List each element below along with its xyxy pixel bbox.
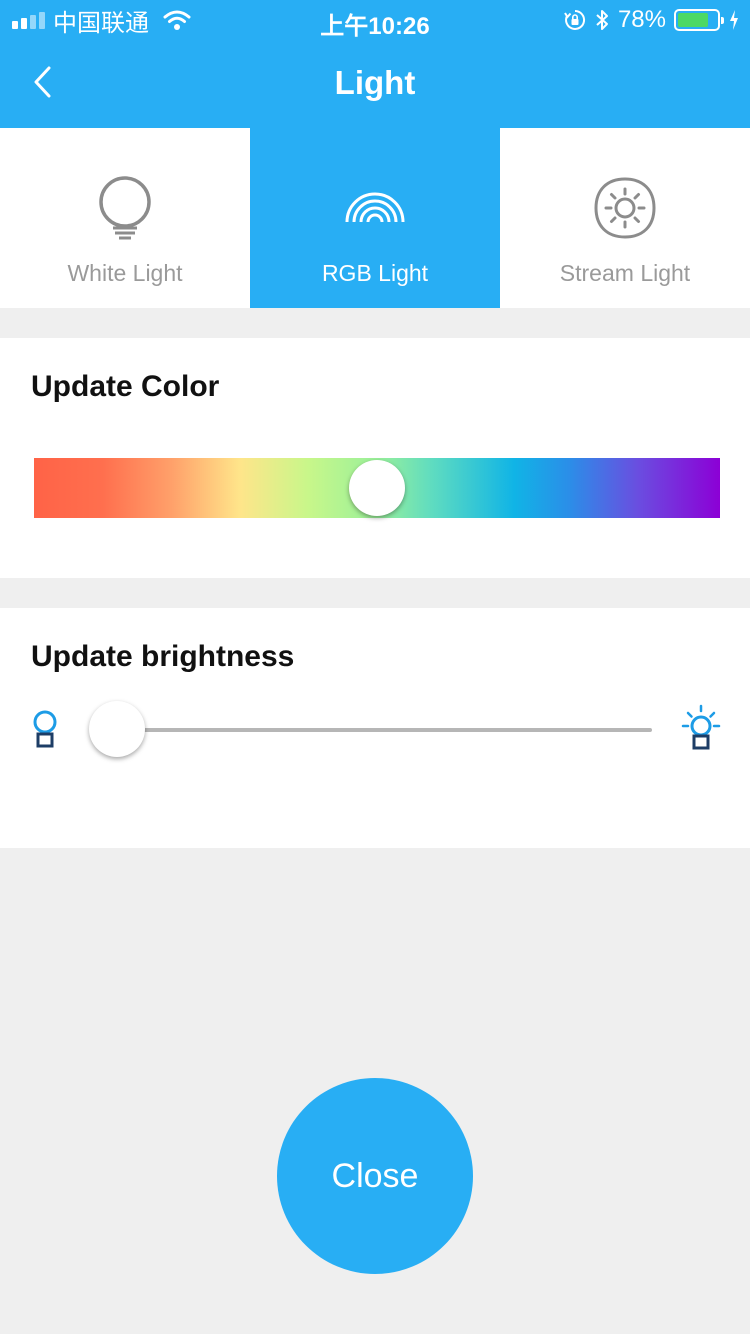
brightness-card: Update brightness (0, 608, 750, 848)
battery-percent: 78% (617, 6, 666, 33)
status-bar-right: 78% (564, 6, 740, 34)
brightness-slider-row (0, 698, 750, 778)
app-header: 中国联通 上午10:26 78% Light (0, 0, 750, 128)
color-section-title: Update Color (31, 370, 220, 403)
battery-icon (674, 9, 724, 31)
tab-label: White Light (67, 260, 183, 286)
bulb-dim-icon (33, 710, 57, 748)
page-title: Light (334, 64, 416, 101)
orientation-lock-icon (564, 9, 585, 30)
status-bar: 中国联通 上午10:26 78% (0, 0, 750, 40)
bluetooth-icon (596, 10, 608, 30)
sun-icon (594, 177, 656, 239)
brightness-slider-track[interactable] (117, 728, 652, 732)
tab-rgb-light[interactable]: RGB Light (250, 128, 500, 308)
hue-slider-knob[interactable] (349, 460, 405, 516)
charging-icon (730, 10, 738, 30)
rainbow-icon (345, 192, 405, 223)
close-button[interactable]: Close (277, 1078, 473, 1274)
color-card: Update Color (0, 338, 750, 578)
tab-label: RGB Light (321, 260, 429, 286)
tab-stream-light[interactable]: Stream Light (500, 128, 750, 308)
brightness-section-title: Update brightness (31, 640, 295, 673)
tab-label: Stream Light (559, 260, 691, 286)
bulb-bright-icon (681, 704, 721, 750)
tab-white-light[interactable]: White Light (0, 128, 252, 308)
brightness-slider-knob[interactable] (89, 701, 145, 757)
light-mode-tabs: White Light RGB Light Stream Light (0, 128, 750, 308)
bulb-icon (99, 176, 151, 240)
battery-fill (678, 13, 708, 27)
